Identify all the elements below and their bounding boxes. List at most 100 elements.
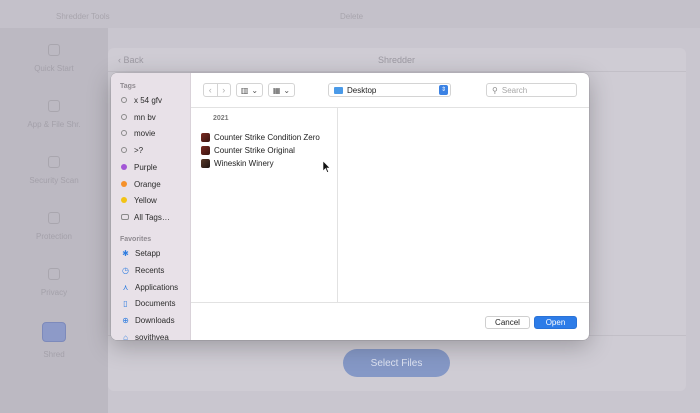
sidebar-item-label: Applications [135, 282, 179, 292]
sidebar-tag-label: movie [134, 128, 156, 138]
search-input[interactable]: ⚲ Search [486, 83, 577, 97]
sidebar-tag-label: Orange [134, 179, 161, 189]
quick-start-icon [48, 43, 60, 56]
sidebar-item-label: Downloads [135, 315, 175, 325]
sidebar-tag-label: Purple [134, 162, 158, 172]
tag-dot-icon [121, 130, 127, 136]
chevron-down-icon: ⌄ [283, 85, 291, 95]
tag-icon [121, 214, 129, 220]
tag-dot-icon [121, 147, 127, 153]
sidebar-tag-item[interactable]: >? [121, 142, 143, 158]
orange-tag-dot-icon [121, 181, 127, 187]
background-sidebar-label: Shred [43, 349, 65, 359]
back-arrow-icon[interactable]: ‹ [204, 84, 217, 96]
background-sidebar-item: Security Scan [0, 142, 108, 198]
open-button[interactable]: Open [534, 316, 577, 329]
background-sidebar-item: App & File Shr. [0, 86, 108, 142]
up-down-chevron-icon: ⇕ [439, 85, 448, 95]
sidebar-tag-item[interactable]: mn bv [121, 109, 156, 125]
clock-icon: ◷ [122, 265, 129, 275]
shred-icon [42, 321, 66, 342]
sidebar-item-applications[interactable]: ⋏ Applications [121, 279, 179, 295]
background-title: Shredder [378, 55, 416, 65]
sidebar-item-downloads[interactable]: ⊕ Downloads [121, 312, 175, 328]
background-sidebar-label: App & File Shr. [27, 119, 81, 129]
background-sidebar-item: Privacy [0, 254, 108, 310]
file-name: Counter Strike Original [214, 146, 295, 155]
sidebar-item-label: Setapp [135, 248, 161, 258]
privacy-icon [48, 267, 60, 280]
sidebar-tag-label: Yellow [134, 195, 157, 205]
sidebar-item-setapp[interactable]: ✱ Setapp [121, 245, 160, 261]
background-back-button: ‹ Back [118, 55, 144, 65]
location-select[interactable]: Desktop ⇕ [328, 83, 451, 97]
yellow-tag-dot-icon [121, 197, 127, 203]
group-by-button[interactable]: ▦ ⌄ [268, 83, 295, 97]
sidebar-item-documents[interactable]: ▯ Documents [121, 295, 175, 311]
folder-icon [334, 86, 343, 94]
sidebar-item-label: sovithvea [135, 332, 169, 341]
tags-header: Tags [120, 83, 136, 90]
sidebar-all-tags[interactable]: All Tags… [121, 209, 170, 225]
search-placeholder: Search [501, 85, 528, 95]
file-column: 2021 Counter Strike Condition Zero Count… [191, 108, 338, 302]
sidebar-tag-item[interactable]: x 54 gfv [121, 92, 162, 108]
sidebar-tag-label: All Tags… [134, 212, 170, 222]
app-icon [201, 159, 210, 168]
columns-view-icon: ▥ [240, 85, 249, 95]
dialog-toolbar: ‹ › ▥ ⌄ ▦ ⌄ Desktop ⇕ ⚲ Search [191, 73, 589, 107]
applications-icon: ⋏ [122, 282, 129, 292]
background-topbar-center: Delete [340, 12, 364, 21]
setapp-icon: ✱ [122, 248, 129, 258]
forward-arrow-icon[interactable]: › [216, 84, 231, 96]
background-sidebar-item: Protection [0, 198, 108, 254]
dialog-sidebar: Tags x 54 gfv mn bv movie >? Purple Oran… [111, 73, 191, 340]
sidebar-tag-yellow[interactable]: Yellow [121, 192, 157, 208]
sidebar-tag-orange[interactable]: Orange [121, 176, 161, 192]
tag-dot-icon [121, 97, 127, 103]
location-label: Desktop [347, 85, 377, 95]
sidebar-item-label: Documents [135, 298, 176, 308]
sidebar-tag-purple[interactable]: Purple [121, 159, 157, 175]
document-icon: ▯ [123, 298, 128, 308]
favorites-header: Favorites [120, 236, 152, 243]
protection-icon [48, 211, 60, 224]
sidebar-item-home[interactable]: ⌂ sovithvea [121, 329, 169, 341]
dialog-footer: Cancel Open [191, 303, 589, 340]
file-browser: 2021 Counter Strike Condition Zero Count… [191, 107, 589, 303]
background-sidebar-label: Security Scan [29, 175, 79, 185]
app-icon [201, 146, 210, 155]
open-file-dialog: Tags x 54 gfv mn bv movie >? Purple Oran… [111, 73, 589, 340]
file-name: Counter Strike Condition Zero [214, 133, 320, 142]
file-row[interactable]: Counter Strike Original [201, 144, 295, 157]
app-file-icon [48, 99, 60, 112]
download-icon: ⊕ [122, 315, 129, 325]
sidebar-tag-label: >? [134, 145, 144, 155]
purple-tag-dot-icon [121, 164, 127, 170]
cancel-button[interactable]: Cancel [485, 316, 530, 329]
mouse-cursor-icon [323, 161, 331, 173]
tag-dot-icon [121, 114, 127, 120]
background-sidebar-item-active: Shred [0, 312, 108, 368]
sidebar-item-label: Recents [135, 265, 165, 275]
grid-icon: ▦ [272, 85, 281, 95]
sidebar-tag-item[interactable]: movie [121, 125, 155, 141]
home-icon: ⌂ [123, 332, 128, 341]
file-row[interactable]: Wineskin Winery [201, 157, 274, 170]
background-sidebar-label: Privacy [40, 287, 68, 297]
select-files-button: Select Files [343, 349, 450, 377]
background-topbar-left: Shredder Tools [56, 12, 110, 21]
background-sidebar-label: Quick Start [34, 63, 74, 73]
file-row[interactable]: Counter Strike Condition Zero [201, 131, 320, 144]
search-icon: ⚲ [492, 85, 498, 95]
background-topbar: Shredder Tools Delete [0, 0, 700, 28]
security-icon [48, 155, 60, 168]
group-header: 2021 [213, 115, 229, 122]
file-name: Wineskin Winery [214, 159, 274, 168]
view-mode-button[interactable]: ▥ ⌄ [236, 83, 263, 97]
background-sidebar: Quick Start App & File Shr. Security Sca… [0, 28, 108, 413]
navigation-buttons: ‹ › [203, 83, 231, 97]
chevron-down-icon: ⌄ [251, 85, 259, 95]
sidebar-item-recents[interactable]: ◷ Recents [121, 262, 164, 278]
sidebar-tag-label: x 54 gfv [134, 95, 163, 105]
